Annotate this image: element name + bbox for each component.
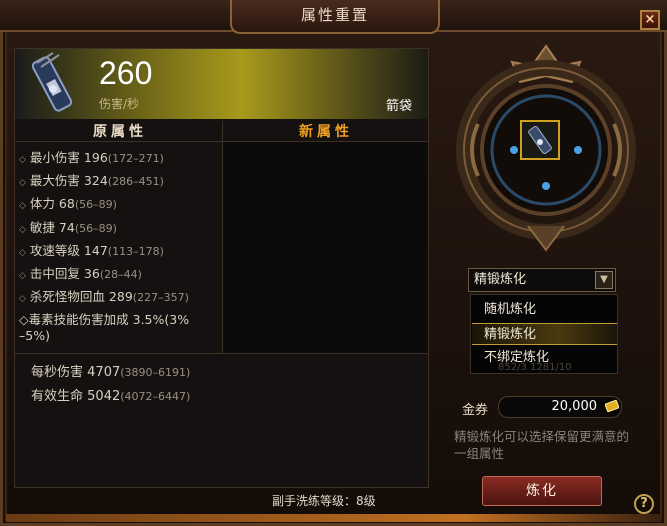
diamond-icon: ◇ [19,155,26,165]
refine-description: 精锻炼化可以选择保留更满意的一组属性 [454,429,630,461]
stat-name: 杀死怪物回血 [29,289,105,305]
stat-range: (56–89) [74,198,117,212]
stat-value: 147 [83,242,108,258]
quiver-slot-icon[interactable] [520,120,560,160]
stat-name: 击中回复 [29,265,80,281]
stat-name: 攻速等级 [29,242,80,258]
obscured-text: 852/3 1281/10 [498,362,572,373]
refine-button[interactable]: 炼化 [482,476,602,506]
stat-name: 体力 [29,196,55,212]
stat-range: (3% [164,312,190,328]
refine-type-select[interactable]: 精锻炼化 ▼ [468,268,616,292]
original-stats-header: 原属性 [93,124,147,140]
window-title: 属性重置 [230,0,440,34]
progress-strip [6,514,661,522]
stats-panel: 260 伤害/秒 箭袋 原属性 新属性 ◇ 最小伤害 196(172–271) ◇… [14,48,429,488]
summary-range: (3890–6191) [120,366,191,379]
stat-row: ◇ 最大伤害 324(286–451) [19,169,221,192]
stat-row: ◇ 最小伤害 196(172–271) [19,146,221,169]
stat-value: 68 [58,196,75,212]
diamond-icon: ◇ [19,270,26,281]
stat-name: 最大伤害 [29,173,80,189]
select-value: 精锻炼化 [474,272,527,287]
stat-range: (227–357) [132,291,189,305]
item-type: 箭袋 [385,99,412,114]
stat-range: (286–451) [107,175,164,189]
stat-row: ◇ 体力 68(56–89) [19,192,221,215]
summary-value: 4707 [87,365,121,380]
diamond-icon: ◇ [19,294,26,305]
stat-range: (56–89) [74,221,117,235]
help-icon[interactable]: ? [634,494,654,514]
gold-label: 金券 [462,403,489,418]
option-fine-refine[interactable]: 精锻炼化 [472,323,617,345]
stat-row: ◇毒素技能伤害加成 3.5%(3% –5%) [19,312,221,344]
stat-value: 196 [83,150,108,165]
diamond-icon: ◇ [19,178,26,189]
stat-value: 36 [83,265,100,281]
stat-value: 289 [108,289,133,305]
stat-range: (113–178) [107,244,164,258]
stat-row: ◇ 攻速等级 147(113–178) [19,239,221,262]
item-header: 260 伤害/秒 箭袋 [15,49,428,119]
stat-range: (28–44) [99,267,142,281]
gold-amount: 20,000 [498,396,622,418]
option-random-refine[interactable]: 随机炼化 [472,299,617,321]
stat-value: 324 [83,173,108,189]
stat-name: 最小伤害 [29,150,80,165]
diamond-icon: ◇ [19,224,26,235]
stat-range: (172–271) [107,152,164,165]
stat-row: ◇ 杀死怪物回血 289(227–357) [19,285,221,308]
summary-name: 有效生命 [31,389,84,404]
chevron-down-icon[interactable]: ▼ [595,271,613,289]
stat-name: 敏捷 [29,219,55,235]
new-stats-area [223,142,428,353]
stat-row: ◇ 击中回复 36(28–44) [19,262,221,285]
stat-name: 毒素技能伤害加成 [28,312,129,328]
stat-range: –5%) [19,328,50,344]
stat-row: ◇ 敏捷 74(56–89) [19,216,221,239]
summary-row: 每秒伤害 4707(3890–6191) [31,361,190,385]
stat-value: 3.5% [132,312,165,328]
new-stats-header: 新属性 [299,124,353,140]
divider [15,353,428,354]
original-stats-list: ◇ 最小伤害 196(172–271) ◇ 最大伤害 324(286–451) ◇ 体… [19,146,221,344]
summary-list: 每秒伤害 4707(3890–6191) 有效生命 5042(4072–6447… [31,361,190,409]
dps-label: 伤害/秒 [99,97,140,111]
summary-row: 有效生命 5042(4072–6447) [31,385,190,409]
diamond-icon: ◇ [19,312,29,328]
close-button[interactable]: × [640,10,660,30]
gold-ticket-icon [605,399,619,413]
quiver-icon [31,52,73,112]
diamond-icon: ◇ [19,201,26,212]
summary-name: 每秒伤害 [31,365,84,380]
summary-value: 5042 [87,389,121,404]
refine-level-text: 副手洗练等级：8级 [272,494,376,508]
summary-range: (4072–6447) [120,390,191,403]
diamond-icon: ◇ [19,247,26,258]
stat-value: 74 [58,219,75,235]
dps-value: 260 [99,55,153,91]
